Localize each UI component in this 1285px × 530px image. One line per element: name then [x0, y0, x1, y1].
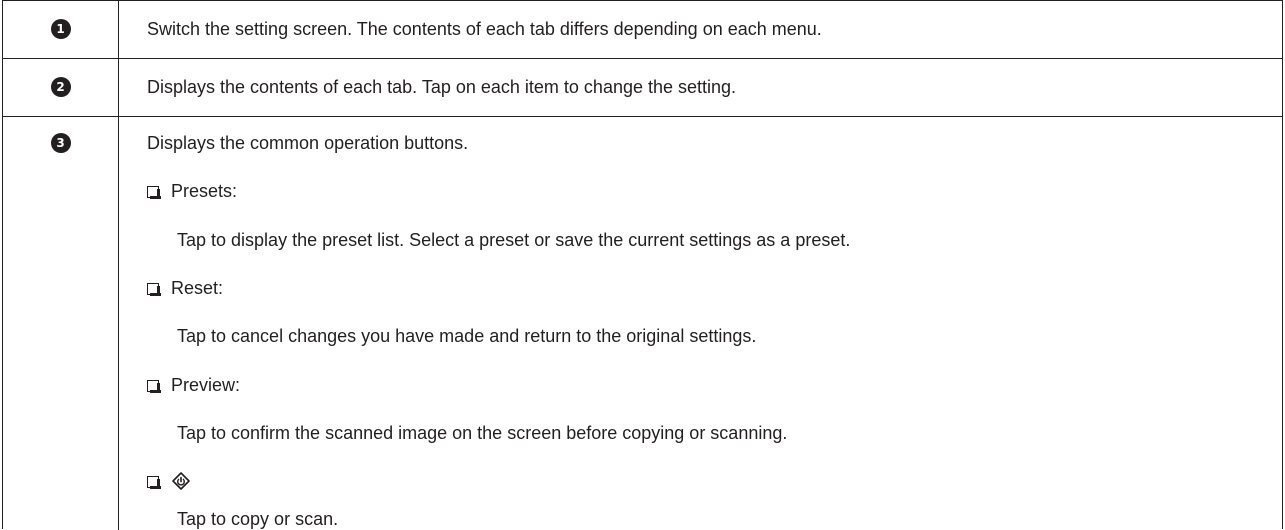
list-item-preview: Preview: [147, 374, 240, 396]
number-cell: 2 [3, 59, 119, 116]
row-description: Displays the contents of each tab. Tap o… [147, 77, 737, 97]
list-item-reset: Reset: [147, 277, 223, 299]
item-description: Tap to copy or scan. [177, 509, 339, 529]
number-badge: 3 [50, 133, 71, 153]
checkbox-bullet-icon [147, 380, 161, 393]
item-description: Tap to confirm the scanned image on the … [177, 423, 788, 443]
checkbox-bullet-icon [147, 283, 161, 296]
list-item-presets: Presets: [147, 180, 237, 202]
checkbox-bullet-icon [147, 476, 161, 489]
table-row: 1 Switch the setting screen. The content… [3, 1, 1282, 59]
row-description: Switch the setting screen. The contents … [147, 19, 822, 39]
item-description: Tap to cancel changes you have made and … [177, 326, 757, 346]
number-badge: 1 [50, 19, 71, 39]
start-icon [172, 472, 190, 490]
number-cell: 3 [3, 117, 119, 530]
description-table: 1 Switch the setting screen. The content… [2, 0, 1283, 530]
table-row: 3 Displays the common operation buttons.… [3, 117, 1282, 530]
item-label: Presets: [171, 181, 238, 201]
number-cell: 1 [3, 1, 119, 58]
list-item-start [147, 470, 191, 492]
checkbox-bullet-icon [147, 186, 161, 199]
item-label: Preview: [171, 375, 241, 395]
number-badge: 2 [50, 77, 71, 97]
item-description: Tap to display the preset list. Select a… [177, 230, 851, 250]
item-label: Reset: [171, 278, 224, 298]
row-intro: Displays the common operation buttons. [147, 133, 469, 153]
table-row: 2 Displays the contents of each tab. Tap… [3, 59, 1282, 117]
